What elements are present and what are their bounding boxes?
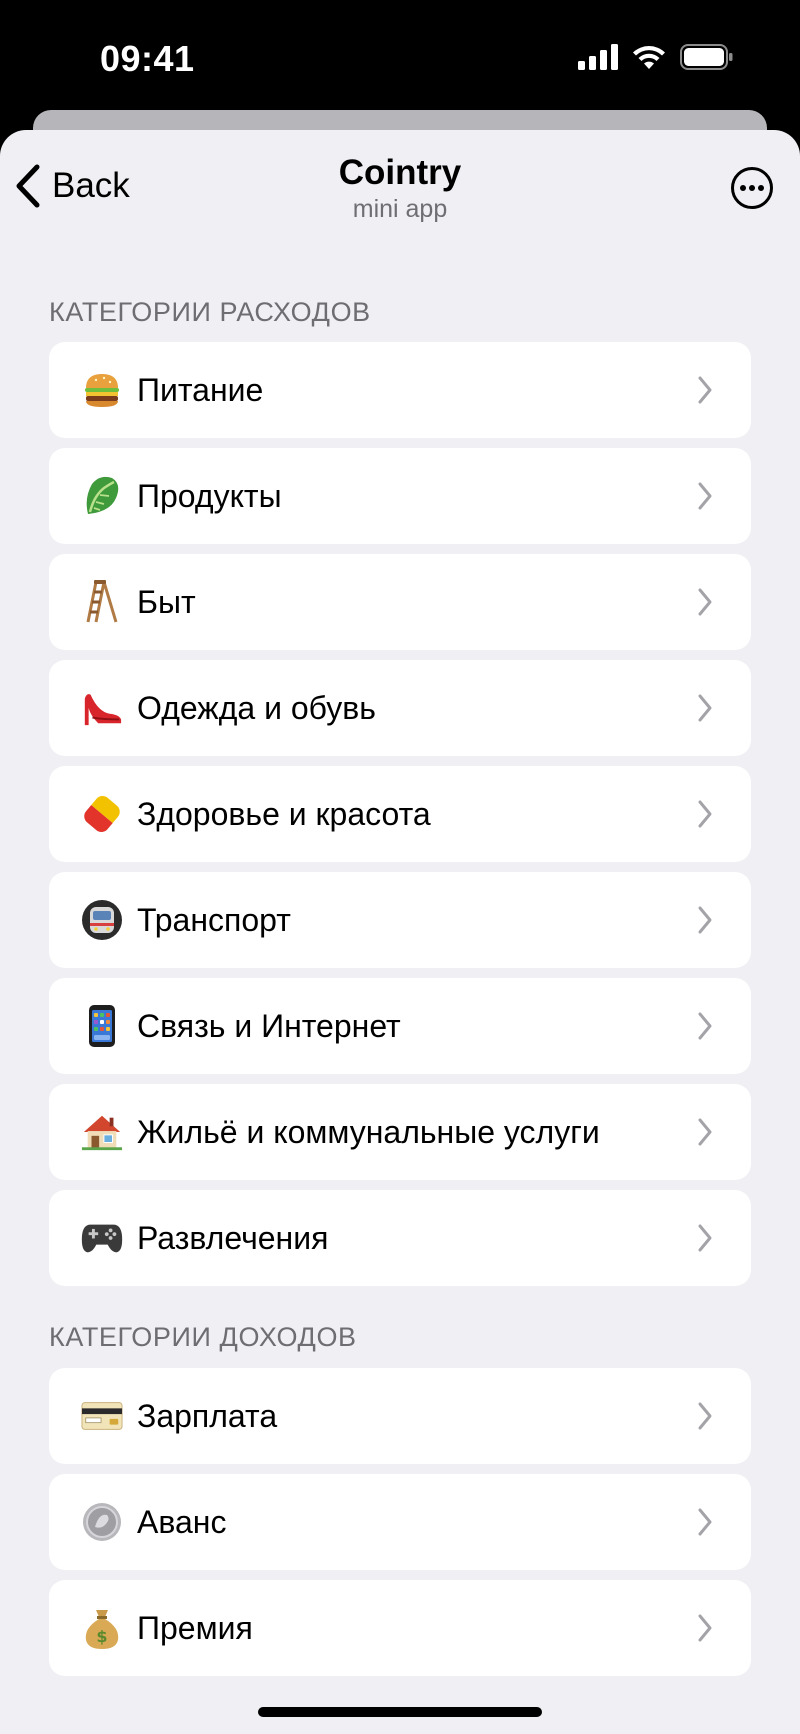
home-indicator[interactable] (258, 1707, 542, 1717)
burger-icon (81, 366, 123, 414)
category-label: Зарплата (137, 1398, 278, 1434)
category-label: Жильё и коммунальные услуги (137, 1114, 600, 1150)
metro-icon (81, 896, 123, 944)
mini-app-sheet: Back Cointry mini app КАТЕГОРИИ РАСХОДОВ (0, 130, 800, 1734)
category-row-salary[interactable]: Зарплата (49, 1368, 751, 1464)
category-label: Питание (137, 372, 264, 408)
category-label: Быт (137, 584, 196, 620)
category-label: Здоровье и красота (137, 796, 431, 832)
category-label: Продукты (137, 478, 282, 514)
category-row-health[interactable]: Здоровье и красота (49, 766, 751, 862)
category-label: Премия (137, 1610, 253, 1646)
coin-icon (81, 1498, 123, 1546)
category-label: Аванс (137, 1504, 227, 1540)
category-row-household[interactable]: Быт (49, 554, 751, 650)
app-title: Cointry (338, 153, 462, 192)
chevron-right-icon (698, 1012, 712, 1040)
category-row-clothing[interactable]: Одежда и обувь (49, 660, 751, 756)
pill-icon (81, 790, 123, 838)
expense-section-header: КАТЕГОРИИ РАСХОДОВ (49, 297, 371, 327)
navigation-bar: Back Cointry mini app (0, 130, 800, 240)
category-row-groceries[interactable]: Продукты (49, 448, 751, 544)
more-options-icon[interactable] (730, 166, 774, 210)
status-bar: 09:41 (0, 0, 800, 118)
chevron-right-icon (698, 1508, 712, 1536)
status-icons (578, 44, 734, 70)
income-section-header: КАТЕГОРИИ ДОХОДОВ (49, 1322, 357, 1352)
category-row-entertainment[interactable]: Развлечения (49, 1190, 751, 1286)
ladder-icon (81, 578, 123, 626)
app-subtitle: mini app (352, 195, 448, 223)
chevron-right-icon (698, 694, 712, 722)
chevron-right-icon (698, 376, 712, 404)
chevron-right-icon (698, 1224, 712, 1252)
money-bag-icon: $ (81, 1604, 123, 1652)
cellular-signal-icon (578, 44, 618, 70)
category-row-food[interactable]: Питание (49, 342, 751, 438)
category-row-advance[interactable]: Аванс (49, 1474, 751, 1570)
chevron-right-icon (698, 588, 712, 616)
chevron-right-icon (698, 1614, 712, 1642)
lettuce-icon (81, 472, 123, 520)
chevron-right-icon (698, 1118, 712, 1146)
gamepad-icon (81, 1214, 123, 1262)
category-label: Связь и Интернет (137, 1008, 401, 1044)
svg-text:$: $ (96, 1627, 107, 1646)
status-time: 09:41 (100, 38, 195, 79)
category-row-connectivity[interactable]: Связь и Интернет (49, 978, 751, 1074)
high-heel-icon (81, 684, 123, 732)
category-row-bonus[interactable]: $ Премия (49, 1580, 751, 1676)
house-icon (81, 1108, 123, 1156)
chevron-right-icon (698, 482, 712, 510)
chevron-right-icon (698, 1402, 712, 1430)
chevron-right-icon (698, 800, 712, 828)
category-row-housing[interactable]: Жильё и коммунальные услуги (49, 1084, 751, 1180)
category-label: Развлечения (137, 1220, 329, 1256)
chevron-right-icon (698, 906, 712, 934)
category-label: Транспорт (137, 902, 291, 938)
credit-card-icon (81, 1392, 123, 1440)
category-row-transport[interactable]: Транспорт (49, 872, 751, 968)
battery-icon (680, 44, 733, 70)
phone-icon (81, 1002, 123, 1050)
category-label: Одежда и обувь (137, 690, 376, 726)
title-block: Cointry mini app (0, 152, 800, 224)
wifi-icon (633, 46, 665, 69)
